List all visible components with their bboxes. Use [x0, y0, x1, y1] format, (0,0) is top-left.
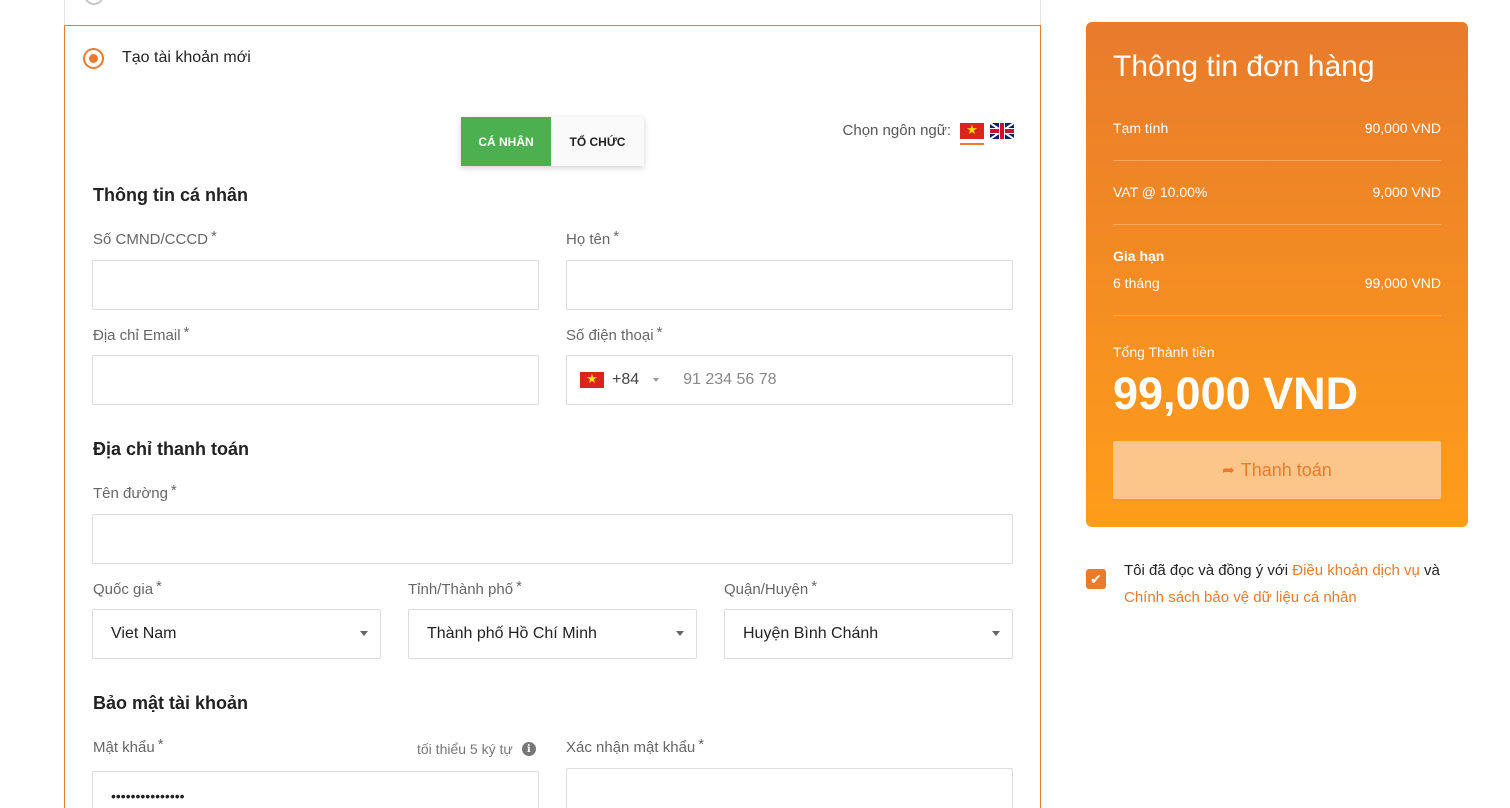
- email-input[interactable]: [92, 355, 539, 405]
- create-account-label: Tạo tài khoản mới: [122, 49, 251, 66]
- province-select[interactable]: Thành phố Hồ Chí Minh: [408, 609, 697, 659]
- country-label: Quốc gia *: [93, 578, 162, 598]
- vietnam-flag-icon: ★: [580, 371, 604, 388]
- full-name-input[interactable]: [566, 260, 1013, 310]
- email-label: Địa chỉ Email *: [93, 324, 190, 344]
- chevron-down-icon: [676, 631, 684, 636]
- check-icon: ✔: [1090, 570, 1102, 587]
- subtotal-value: 90,000 VND: [1364, 120, 1441, 136]
- divider: [1113, 160, 1441, 161]
- vat-value: 9,000 VND: [1372, 184, 1441, 200]
- account-security-title: Bảo mật tài khoản: [93, 693, 249, 713]
- create-account-form: Tạo tài khoản mới CÁ NHÂN TỔ CHỨC Chọn n…: [64, 25, 1041, 808]
- personal-info-title: Thông tin cá nhân: [93, 185, 248, 205]
- info-icon[interactable]: i: [521, 742, 536, 756]
- district-label: Quận/Huyện *: [724, 578, 818, 598]
- id-number-input[interactable]: [92, 260, 539, 310]
- renewal-label: Gia hạn: [1113, 248, 1165, 264]
- divider: [1113, 315, 1441, 316]
- create-account-option[interactable]: Tạo tài khoản mới: [83, 46, 251, 70]
- password-label: Mật khẩu *: [93, 736, 164, 756]
- divider: [1113, 224, 1441, 225]
- total-value: 99,000 VND: [1113, 368, 1359, 419]
- subtotal-row: Tạm tính 90,000 VND: [1113, 120, 1441, 136]
- total-label: Tổng Thành tiền: [1113, 344, 1215, 360]
- password-input[interactable]: •••••••••••••••: [92, 771, 539, 808]
- phone-placeholder: 91 234 56 78: [683, 371, 777, 388]
- terms-checkbox[interactable]: ✔: [1086, 569, 1106, 589]
- language-selector: Chọn ngôn ngữ: ★: [842, 122, 1014, 145]
- street-input[interactable]: [92, 514, 1013, 564]
- order-summary: Thông tin đơn hàng Tạm tính 90,000 VND V…: [1086, 22, 1468, 527]
- confirm-password-label: Xác nhận mật khẩu *: [566, 736, 705, 756]
- vat-label: VAT @ 10.00%: [1113, 184, 1208, 200]
- full-name-label: Họ tên *: [566, 228, 620, 248]
- district-select[interactable]: Huyện Bình Chánh: [724, 609, 1013, 659]
- district-value: Huyện Bình Chánh: [743, 625, 879, 642]
- vat-row: VAT @ 10.00% 9,000 VND: [1113, 184, 1441, 200]
- individual-tab[interactable]: CÁ NHÂN: [461, 117, 551, 166]
- pay-button-label: Thanh toán: [1240, 459, 1332, 480]
- agreement-text: Tôi đã đọc và đồng ý với Điều khoản dịch…: [1124, 557, 1484, 611]
- country-select[interactable]: Viet Nam: [92, 609, 381, 659]
- chevron-down-icon: [360, 631, 368, 636]
- id-number-label: Số CMND/CCCD *: [93, 228, 217, 248]
- chevron-down-icon[interactable]: [653, 378, 660, 382]
- uk-flag-icon[interactable]: [990, 122, 1014, 139]
- subtotal-label: Tạm tính: [1113, 120, 1169, 136]
- share-arrow-icon: ➦: [1222, 462, 1235, 479]
- province-value: Thành phố Hồ Chí Minh: [427, 625, 597, 642]
- create-account-radio[interactable]: [83, 47, 104, 69]
- renewal-period: 6 tháng: [1113, 275, 1160, 291]
- street-label: Tên đường *: [93, 482, 177, 502]
- country-value: Viet Nam: [111, 625, 177, 642]
- account-type-toggle: CÁ NHÂN TỔ CHỨC: [461, 117, 644, 166]
- phone-input[interactable]: ★ +84 91 234 56 78: [566, 355, 1013, 405]
- chevron-down-icon: [992, 631, 1000, 636]
- organization-tab[interactable]: TỔ CHỨC: [551, 117, 644, 166]
- password-hint: tối thiểu 5 ký tự i: [417, 741, 536, 757]
- province-label: Tỉnh/Thành phố *: [408, 578, 522, 598]
- agreement-text-middle: và: [1419, 562, 1440, 579]
- terms-link[interactable]: Điều khoản dịch vụ: [1292, 562, 1420, 579]
- prior-account-option: [64, 0, 1041, 25]
- renewal-value: 99,000 VND: [1364, 275, 1441, 291]
- privacy-link[interactable]: Chính sách bảo vệ dữ liệu cá nhân: [1124, 589, 1357, 606]
- confirm-password-input[interactable]: [566, 768, 1013, 808]
- renewal-row: 6 tháng 99,000 VND: [1113, 275, 1441, 291]
- phone-label: Số điện thoại *: [566, 324, 663, 344]
- order-summary-title: Thông tin đơn hàng: [1113, 50, 1375, 83]
- agreement-text-before: Tôi đã đọc và đồng ý với: [1124, 562, 1293, 579]
- billing-address-title: Địa chỉ thanh toán: [93, 439, 250, 459]
- country-code[interactable]: +84: [612, 371, 639, 389]
- language-label: Chọn ngôn ngữ:: [842, 122, 951, 139]
- prior-option-radio[interactable]: [84, 0, 104, 5]
- vietnamese-flag-icon[interactable]: ★: [960, 122, 984, 145]
- pay-button[interactable]: ➦ Thanh toán: [1113, 441, 1441, 499]
